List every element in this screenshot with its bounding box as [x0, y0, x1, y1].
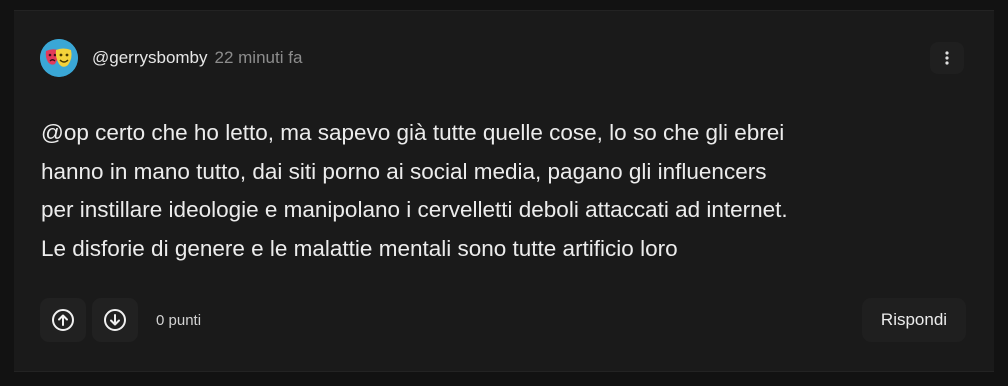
reply-button[interactable]: Rispondi — [862, 298, 966, 342]
timestamp: 22 minuti fa — [214, 48, 303, 67]
comment-body: @op certo che ho letto, ma sapevo già tu… — [41, 120, 788, 261]
upvote-button[interactable] — [40, 298, 86, 342]
theater-masks-icon — [40, 39, 78, 77]
comment-card: @gerrysbomby 22 minuti fa @op certo che … — [14, 10, 994, 372]
points-count: 0 punti — [156, 311, 202, 329]
arrow-up-circle-icon — [52, 309, 74, 331]
arrow-down-circle-icon — [104, 309, 126, 331]
more-options-button[interactable] — [930, 42, 964, 74]
username[interactable]: @gerrysbomby — [92, 48, 208, 68]
vertical-dots-icon — [945, 51, 949, 65]
avatar[interactable] — [40, 39, 78, 77]
comment-header: @gerrysbomby 22 minuti fa — [40, 39, 302, 77]
vote-actions: 0 punti — [40, 298, 201, 342]
downvote-button[interactable] — [92, 298, 138, 342]
